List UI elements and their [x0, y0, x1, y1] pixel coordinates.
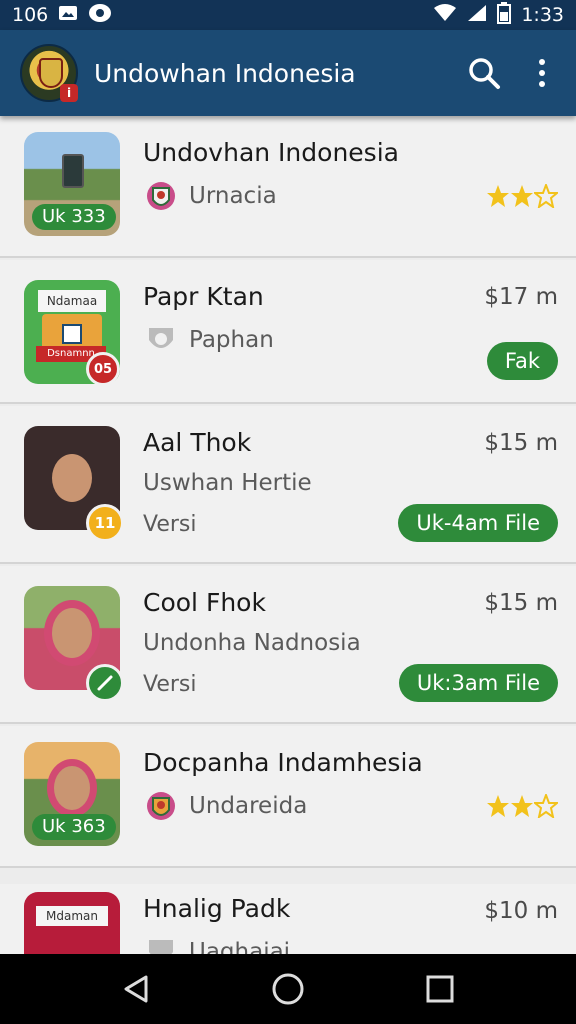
- list-item[interactable]: Uk 363 Docpanha Indamhesia Undareida: [0, 726, 576, 868]
- list-item[interactable]: Cool Fhok Undonha Nadnosia Versi $15 m U…: [0, 566, 576, 724]
- edit-icon: [97, 675, 113, 691]
- item-subtitle: Uaghaiai: [189, 939, 291, 954]
- emblem-icon: [147, 792, 175, 820]
- download-pill[interactable]: Uk:3am File: [398, 664, 558, 702]
- item-thumbnail: Mdaman: [24, 892, 120, 954]
- face-icon: [52, 608, 92, 658]
- more-vert-icon: [539, 59, 545, 87]
- rating-stars: [486, 794, 558, 818]
- home-circle-icon: [272, 973, 304, 1005]
- list-item[interactable]: Mdaman Hnalig Padk Uaghaiai $10 m: [0, 884, 576, 954]
- star-outline-icon: [534, 184, 558, 208]
- thumbnail-sign-top: Ndamaa: [38, 290, 106, 312]
- list-item[interactable]: Ndamaa Dsnamnn 05 Papr Ktan Paphan $17 m…: [0, 260, 576, 404]
- thumbnail-badge: [86, 664, 124, 702]
- shield-icon: [149, 328, 173, 348]
- flower-star-filled-icon: [511, 795, 533, 817]
- item-title: Papr Ktan: [143, 282, 264, 311]
- item-version-label: Versi: [143, 512, 197, 537]
- photo-notification-icon: [58, 4, 78, 27]
- recents-button[interactable]: [410, 959, 470, 1019]
- app-list[interactable]: Uk 333 Undovhan Indonesia Urnacia Ndamaa…: [0, 116, 576, 954]
- item-title: Docpanha Indamhesia: [143, 748, 423, 777]
- item-price: $15 m: [484, 590, 558, 616]
- thumbnail-tag: Uk 333: [32, 204, 116, 230]
- system-nav-bar: [0, 954, 576, 1024]
- item-subtitle: Uswhan Hertie: [143, 470, 312, 496]
- item-title: Undovhan Indonesia: [143, 138, 399, 167]
- back-triangle-icon: [124, 975, 148, 1003]
- back-button[interactable]: [106, 959, 166, 1019]
- wifi-icon: [433, 3, 457, 27]
- shield-icon: [149, 940, 173, 954]
- search-icon: [469, 58, 500, 89]
- item-subtitle: Urnacia: [189, 183, 277, 209]
- item-price: $15 m: [484, 430, 558, 456]
- star-outline-icon: [534, 794, 558, 818]
- item-thumbnail: Uk 333: [24, 132, 120, 236]
- thumbnail-badge: 05: [86, 352, 120, 386]
- circle-notification-icon: [88, 3, 112, 28]
- item-thumbnail: Uk 363: [24, 742, 120, 846]
- face-icon: [52, 454, 92, 502]
- app-title: Undowhan Indonesia: [94, 58, 356, 88]
- kiosk-icon: [62, 154, 84, 188]
- app-logo[interactable]: i: [20, 44, 78, 102]
- item-version-label: Versi: [143, 672, 197, 697]
- search-button[interactable]: [466, 55, 502, 91]
- status-time: 1:33: [521, 4, 564, 26]
- status-bar: 106 1:33: [0, 0, 576, 30]
- flower-star-filled-icon: [511, 185, 533, 207]
- emblem-shield-icon: [39, 58, 63, 88]
- status-notification-count: 106: [12, 4, 49, 26]
- download-pill[interactable]: Uk-4am File: [398, 504, 558, 542]
- overflow-menu-button[interactable]: [524, 55, 560, 91]
- item-subtitle: Undareida: [189, 793, 308, 819]
- thumbnail-badge: 11: [86, 504, 124, 542]
- recents-square-icon: [426, 975, 454, 1003]
- battery-icon: [497, 1, 512, 29]
- flower-star-filled-icon: [487, 185, 509, 207]
- list-item[interactable]: Uk 333 Undovhan Indonesia Urnacia: [0, 116, 576, 258]
- list-item[interactable]: 11 Aal Thok Uswhan Hertie Versi $15 m Uk…: [0, 406, 576, 564]
- item-price: $10 m: [484, 898, 558, 924]
- action-pill[interactable]: Fak: [486, 342, 558, 380]
- item-title: Hnalig Padk: [143, 894, 291, 923]
- item-subtitle: Undonha Nadnosia: [143, 630, 361, 656]
- face-icon: [54, 766, 90, 810]
- app-bar: i Undowhan Indonesia: [0, 30, 576, 116]
- item-title: Aal Thok: [143, 428, 252, 457]
- item-title: Cool Fhok: [143, 588, 266, 617]
- flower-star-filled-icon: [487, 795, 509, 817]
- signal-icon: [467, 4, 487, 27]
- emblem-icon: [147, 182, 175, 210]
- item-price: $17 m: [484, 284, 558, 310]
- home-button[interactable]: [258, 959, 318, 1019]
- item-subtitle: Paphan: [189, 327, 274, 353]
- logo-info-badge: i: [60, 84, 78, 102]
- thumbnail-tag: Uk 363: [32, 814, 116, 840]
- thumbnail-sign-top: Mdaman: [36, 906, 108, 926]
- rating-stars: [486, 184, 558, 208]
